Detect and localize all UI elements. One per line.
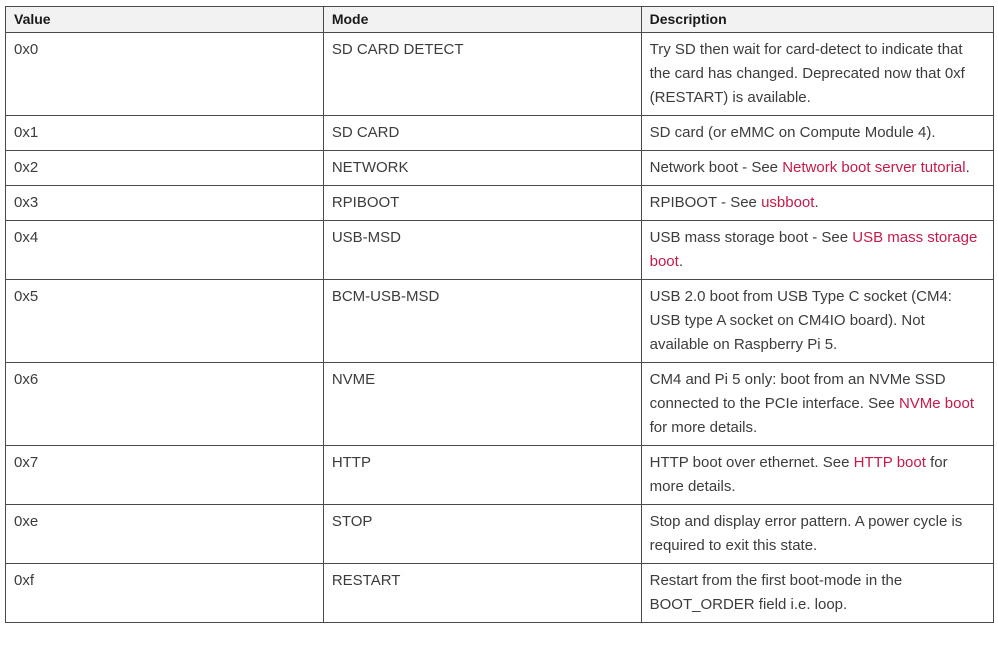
description-link[interactable]: usbboot [761,194,814,211]
cell-value: 0x1 [5,115,324,151]
header-mode: Mode [322,6,642,33]
description-text: Try SD then wait for card-detect to indi… [649,41,965,106]
description-text: SD card (or eMMC on Compute Module 4). [649,124,936,141]
boot-mode-table: Value Mode Description 0x0 SD CARD DETECT… [5,6,995,623]
table-header-row: Value Mode Description [5,6,995,33]
cell-mode: HTTP [322,445,642,505]
cell-description: Try SD then wait for card-detect to indi… [640,32,995,116]
header-description: Description [640,6,995,33]
cell-description: USB mass storage boot - See USB mass sto… [640,220,995,280]
cell-description: USB 2.0 boot from USB Type C socket (CM4… [640,279,995,363]
cell-mode: RPIBOOT [322,185,642,221]
description-text: USB 2.0 boot from USB Type C socket (CM4… [649,288,952,353]
table-row: 0x0 SD CARD DETECT Try SD then wait for ca… [5,32,995,116]
description-text: Stop and display error pattern. A power … [649,513,963,554]
table-row: 0xf RESTART Restart from the first boot-mo… [5,563,995,623]
cell-mode: NVME [322,362,642,446]
cell-mode: SD CARD [322,115,642,151]
cell-mode: RESTART [322,563,642,623]
cell-value: 0xe [5,504,324,564]
table-row: 0x6 NVME CM4 and Pi 5 only: boot from an N… [5,362,995,446]
description-text-suffix: . [678,253,683,270]
description-text-suffix: for more details. [649,419,758,436]
description-text-suffix: . [965,159,970,176]
table-row: 0x5 BCM-USB-MSD USB 2.0 boot from USB Type… [5,279,995,363]
table-row: 0x3 RPIBOOT RPIBOOT - See usbboot. [5,185,995,221]
cell-description: RPIBOOT - See usbboot. [640,185,995,221]
table-body: 0x0 SD CARD DETECT Try SD then wait for ca… [5,32,995,623]
cell-mode: SD CARD DETECT [322,32,642,116]
header-value: Value [5,6,324,33]
table-row: 0x1 SD CARD SD card (or eMMC on Compute Mo… [5,115,995,151]
cell-value: 0x5 [5,279,324,363]
description-link[interactable]: NVMe boot [899,395,974,412]
table-row: 0x4 USB-MSD USB mass storage boot - See US… [5,220,995,280]
cell-mode: STOP [322,504,642,564]
description-link[interactable]: Network boot server tutorial [782,159,965,176]
cell-mode: USB-MSD [322,220,642,280]
cell-value: 0x0 [5,32,324,116]
cell-value: 0xf [5,563,324,623]
description-text: HTTP boot over ethernet. See [649,454,854,471]
cell-description: Stop and display error pattern. A power … [640,504,995,564]
cell-value: 0x6 [5,362,324,446]
cell-value: 0x3 [5,185,324,221]
description-text: Network boot - See [649,159,783,176]
cell-value: 0x4 [5,220,324,280]
description-text: USB mass storage boot - See [649,229,853,246]
table-row: 0x7 HTTP HTTP boot over ethernet. See HTTP… [5,445,995,505]
description-link[interactable]: HTTP boot [854,454,926,471]
description-text-suffix: . [814,194,819,211]
cell-description: HTTP boot over ethernet. See HTTP boot f… [640,445,995,505]
description-text: RPIBOOT - See [649,194,762,211]
cell-value: 0x7 [5,445,324,505]
cell-mode: NETWORK [322,150,642,186]
cell-description: Network boot - See Network boot server t… [640,150,995,186]
cell-description: Restart from the first boot-mode in the … [640,563,995,623]
description-text: Restart from the first boot-mode in the … [649,572,903,613]
cell-description: CM4 and Pi 5 only: boot from an NVMe SSD… [640,362,995,446]
cell-mode: BCM-USB-MSD [322,279,642,363]
cell-value: 0x2 [5,150,324,186]
cell-description: SD card (or eMMC on Compute Module 4). [640,115,995,151]
table-row: 0xe STOP Stop and display error pattern. A… [5,504,995,564]
table-row: 0x2 NETWORK Network boot - See Network boo… [5,150,995,186]
